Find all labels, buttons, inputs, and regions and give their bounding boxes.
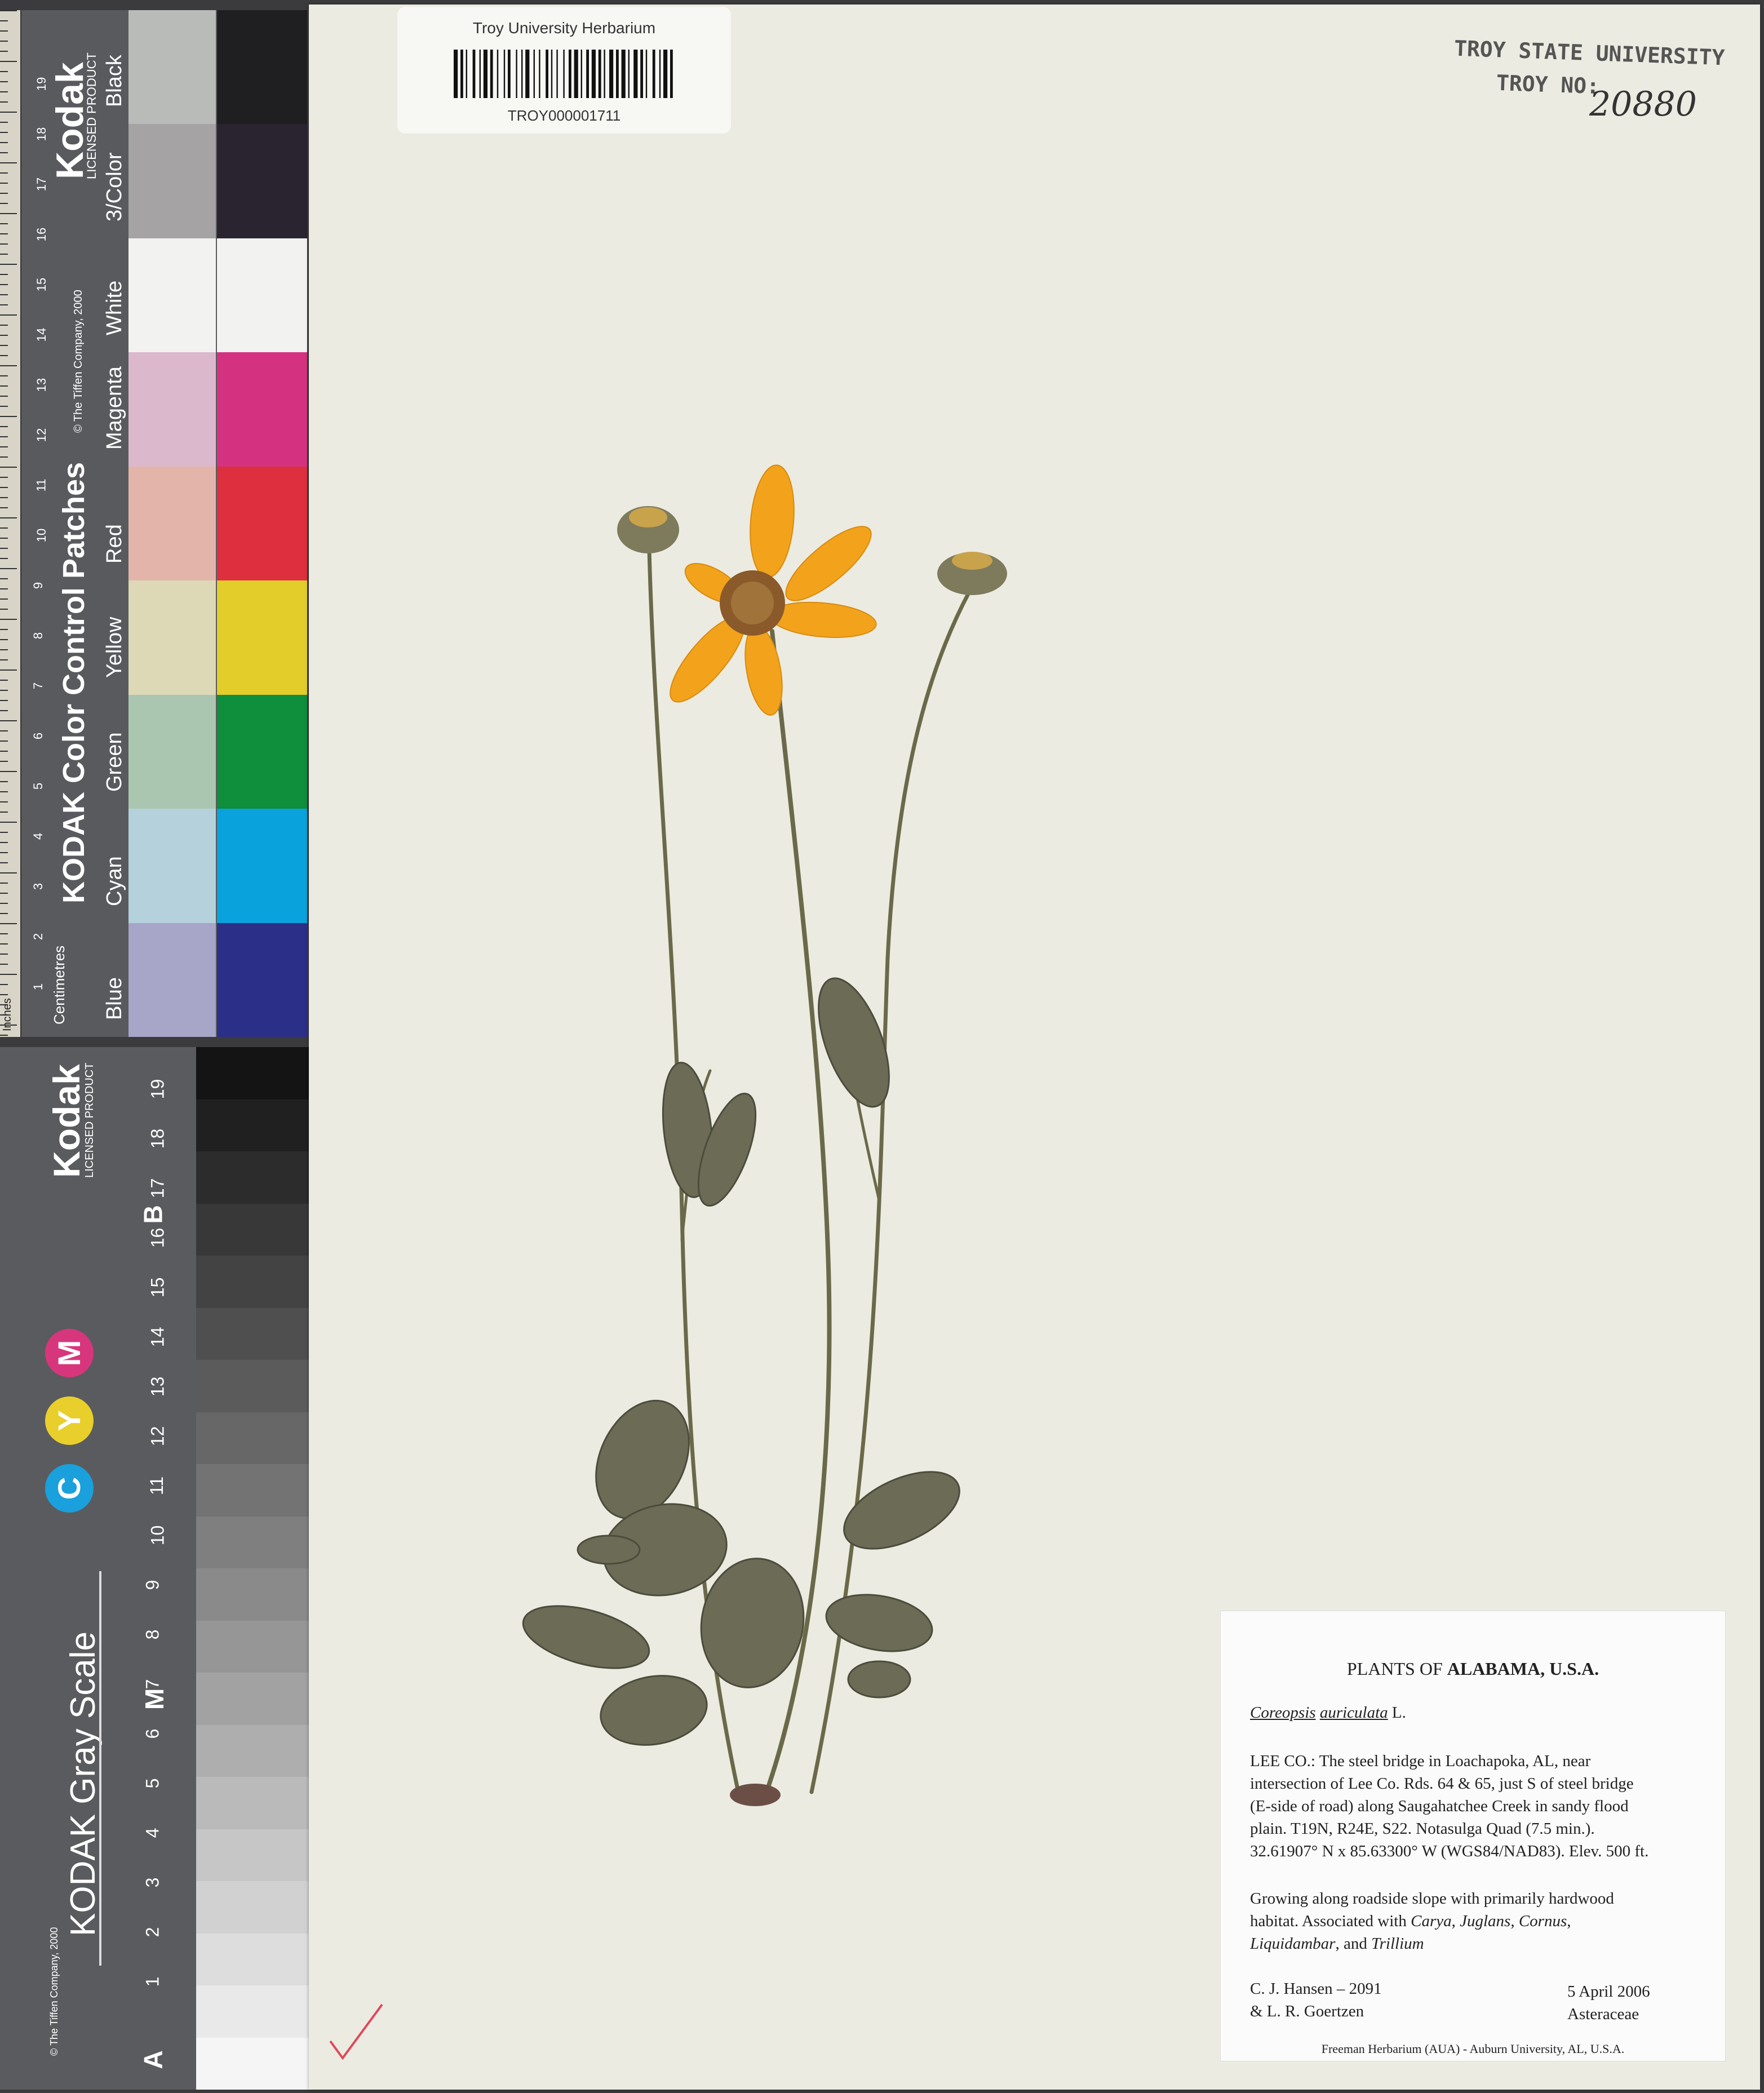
roots [730, 1784, 781, 1806]
habitat-line: Liquidambar, and Trillium [1250, 1935, 1424, 1953]
locality-block: LEE CO.: The steel bridge in Loachapoka,… [1250, 1750, 1648, 1863]
basal-leaf [577, 1535, 641, 1565]
taxon-author: L. [1388, 1704, 1406, 1722]
collector-line: C. J. Hansen – 2091 [1250, 1980, 1382, 1998]
checkmark-icon [329, 2003, 383, 2060]
basal-leaf [847, 1660, 911, 1699]
label-footer: Freeman Herbarium (AUA) - Auburn Univers… [1321, 2042, 1625, 2056]
habitat-block: Growing along roadside slope with primar… [1250, 1887, 1614, 1955]
specimen-label: PLANTS OF ALABAMA, U.S.A. Coreopsis auri… [1220, 1611, 1726, 2061]
collector-line: & L. R. Goertzen [1250, 2002, 1364, 2020]
family-name: Asteraceae [1567, 2005, 1639, 2023]
basal-leaf [522, 1605, 650, 1669]
label-heading-prefix: PLANTS OF [1346, 1659, 1447, 1679]
taxon-name: Coreopsis auriculata L. [1250, 1701, 1406, 1724]
basal-leaf [600, 1675, 708, 1746]
flower-head-right [937, 552, 1007, 595]
habitat-line: habitat. Associated with Carya, Juglans,… [1250, 1912, 1571, 1930]
taxon-epithet: auriculata [1319, 1704, 1388, 1722]
habitat-line: Growing along roadside slope with primar… [1250, 1890, 1614, 1908]
locality-line: intersection of Lee Co. Rds. 64 & 65, ju… [1250, 1775, 1634, 1793]
collection-date: 5 April 2006 [1567, 1983, 1650, 2001]
label-heading: PLANTS OF ALABAMA, U.S.A. [1221, 1659, 1725, 1679]
locality-line: (E-side of road) along Saugahatchee Cree… [1250, 1797, 1629, 1815]
label-heading-region: ALABAMA, U.S.A. [1447, 1659, 1599, 1679]
date-family: 5 April 2006 Asteraceae [1567, 1980, 1650, 2025]
locality-line: plain. T19N, R24E, S22. Notasulga Quad (… [1250, 1820, 1595, 1838]
locality-line: LEE CO.: The steel bridge in Loachapoka,… [1250, 1752, 1591, 1770]
flower-head-left [617, 506, 679, 553]
taxon-genus: Coreopsis [1250, 1704, 1316, 1722]
locality-line: 32.61907° N x 85.63300° W (WGS84/NAD83).… [1250, 1842, 1649, 1860]
collectors: C. J. Hansen – 2091 & L. R. Goertzen [1250, 1977, 1382, 2023]
flower-head-main [670, 464, 877, 716]
